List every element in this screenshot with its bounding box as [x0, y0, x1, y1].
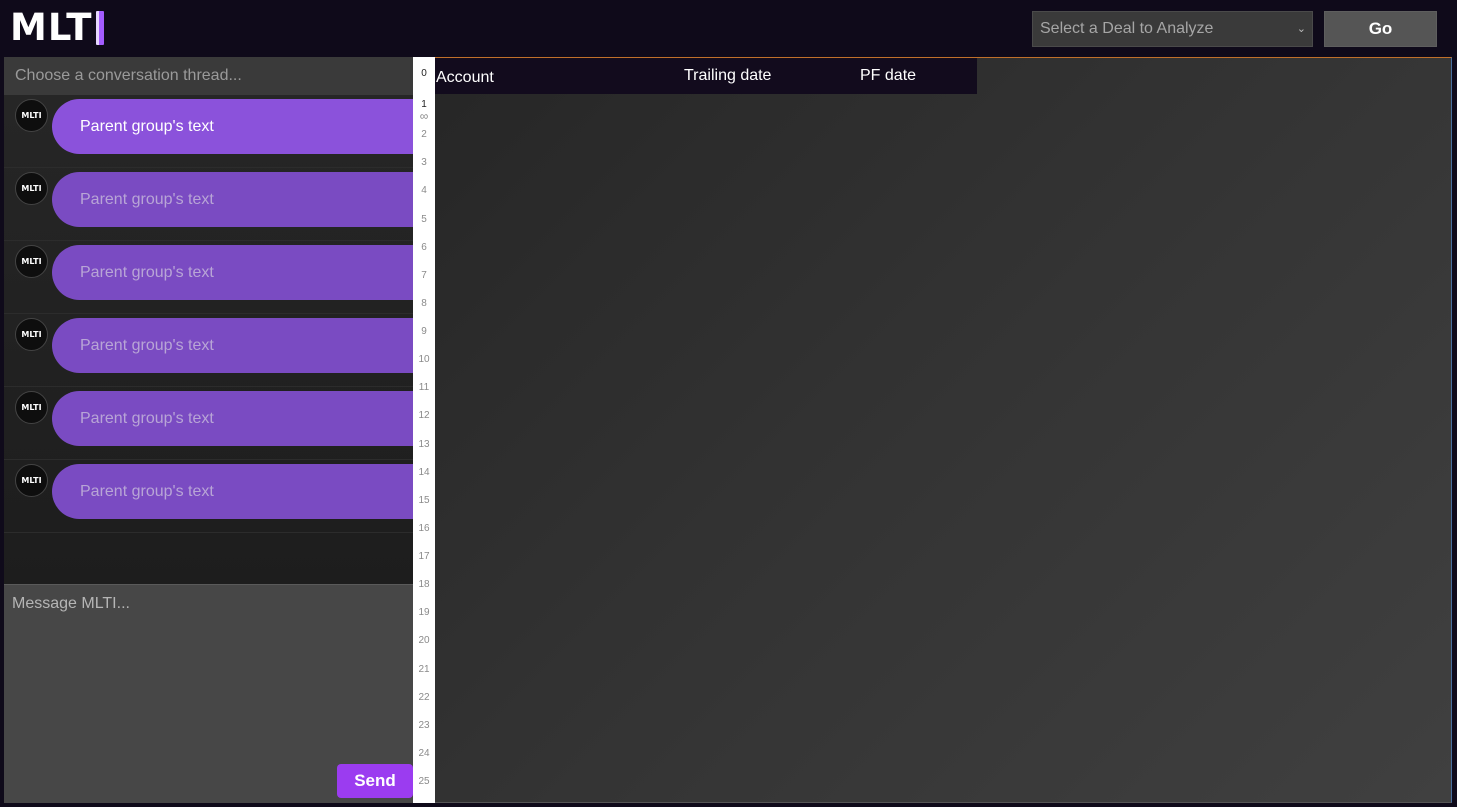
thread-item[interactable]: MLTI Parent group's text [4, 387, 413, 460]
row-number: 19 [418, 607, 430, 618]
row-number: 5 [421, 214, 427, 225]
thread-bubble[interactable]: Parent group's text [52, 172, 413, 227]
row-number: 17 [418, 551, 430, 562]
chevron-down-icon: ⌄ [1296, 23, 1306, 35]
row-number: 6 [421, 242, 427, 253]
row-number: 0 [421, 68, 427, 79]
row-number: 21 [418, 664, 430, 675]
row-number: 22 [418, 692, 430, 703]
message-composer[interactable]: Message MLTI... Send [4, 584, 413, 803]
avatar: MLTI [15, 172, 48, 205]
row-number: 12 [418, 410, 430, 421]
avatar: MLTI [15, 245, 48, 278]
thread-item[interactable]: MLTI Parent group's text [4, 460, 413, 533]
row-number: 24 [418, 748, 430, 759]
thread-bubble[interactable]: Parent group's text [52, 99, 413, 154]
thread-picker[interactable]: Choose a conversation thread... [4, 57, 413, 95]
row-number-gutter: 0 1 2 3 4 5 6 7 8 9 10 11 12 13 14 15 16 17 18 19 20 21 22 23 24… [413, 57, 435, 803]
row-number: 13 [418, 439, 430, 450]
top-bar: MLT Select a Deal to Analyze ⌄ Go [0, 0, 1457, 57]
thread-bubble[interactable]: Parent group's text [52, 318, 413, 373]
go-button[interactable]: Go [1324, 11, 1437, 47]
thread-bubble[interactable]: Parent group's text [52, 245, 413, 300]
chat-panel: Choose a conversation thread... MLTI Pare… [4, 57, 413, 803]
thread-list: MLTI Parent group's text MLTI Parent group'… [4, 95, 413, 584]
column-header[interactable]: Trailing date [684, 58, 771, 94]
grid-header: Account Trailing date PF date [435, 58, 977, 94]
row-number: 23 [418, 720, 430, 731]
row-number: 10 [418, 354, 430, 365]
row-number: 25 [418, 776, 430, 787]
deal-select-value: Select a Deal to Analyze [1040, 20, 1214, 37]
avatar: MLTI [15, 99, 48, 132]
data-grid[interactable]: Account Trailing date PF date [435, 57, 1452, 803]
column-header[interactable]: Account [436, 60, 494, 96]
avatar: MLTI [15, 464, 48, 497]
deal-select[interactable]: Select a Deal to Analyze ⌄ [1032, 11, 1313, 47]
logo-accent-bar [95, 11, 104, 45]
row-number: 7 [421, 270, 427, 281]
row-number: 18 [418, 579, 430, 590]
column-header[interactable]: PF date [860, 58, 916, 94]
row-number: 4 [421, 185, 427, 196]
send-button[interactable]: Send [337, 764, 413, 798]
row-number: 16 [418, 523, 430, 534]
row-number: 9 [421, 326, 427, 337]
thread-item[interactable]: MLTI Parent group's text [4, 241, 413, 314]
row-number: 20 [418, 635, 430, 646]
logo-text: MLT [10, 6, 93, 49]
thread-item[interactable]: MLTI Parent group's text [4, 314, 413, 387]
row-number: 8 [421, 298, 427, 309]
app-logo: MLT [10, 8, 104, 48]
message-input[interactable]: Message MLTI... [12, 595, 130, 613]
thread-item[interactable]: MLTI Parent group's text [4, 95, 413, 168]
infinity-icon: ∞ [419, 109, 429, 123]
thread-bubble[interactable]: Parent group's text [52, 464, 413, 519]
row-number: 14 [418, 467, 430, 478]
avatar: MLTI [15, 391, 48, 424]
thread-bubble[interactable]: Parent group's text [52, 391, 413, 446]
row-number: 15 [418, 495, 430, 506]
row-number: 11 [418, 382, 430, 393]
avatar: MLTI [15, 318, 48, 351]
row-number: 3 [421, 157, 427, 168]
row-number: 2 [421, 129, 427, 140]
thread-item[interactable]: MLTI Parent group's text [4, 168, 413, 241]
